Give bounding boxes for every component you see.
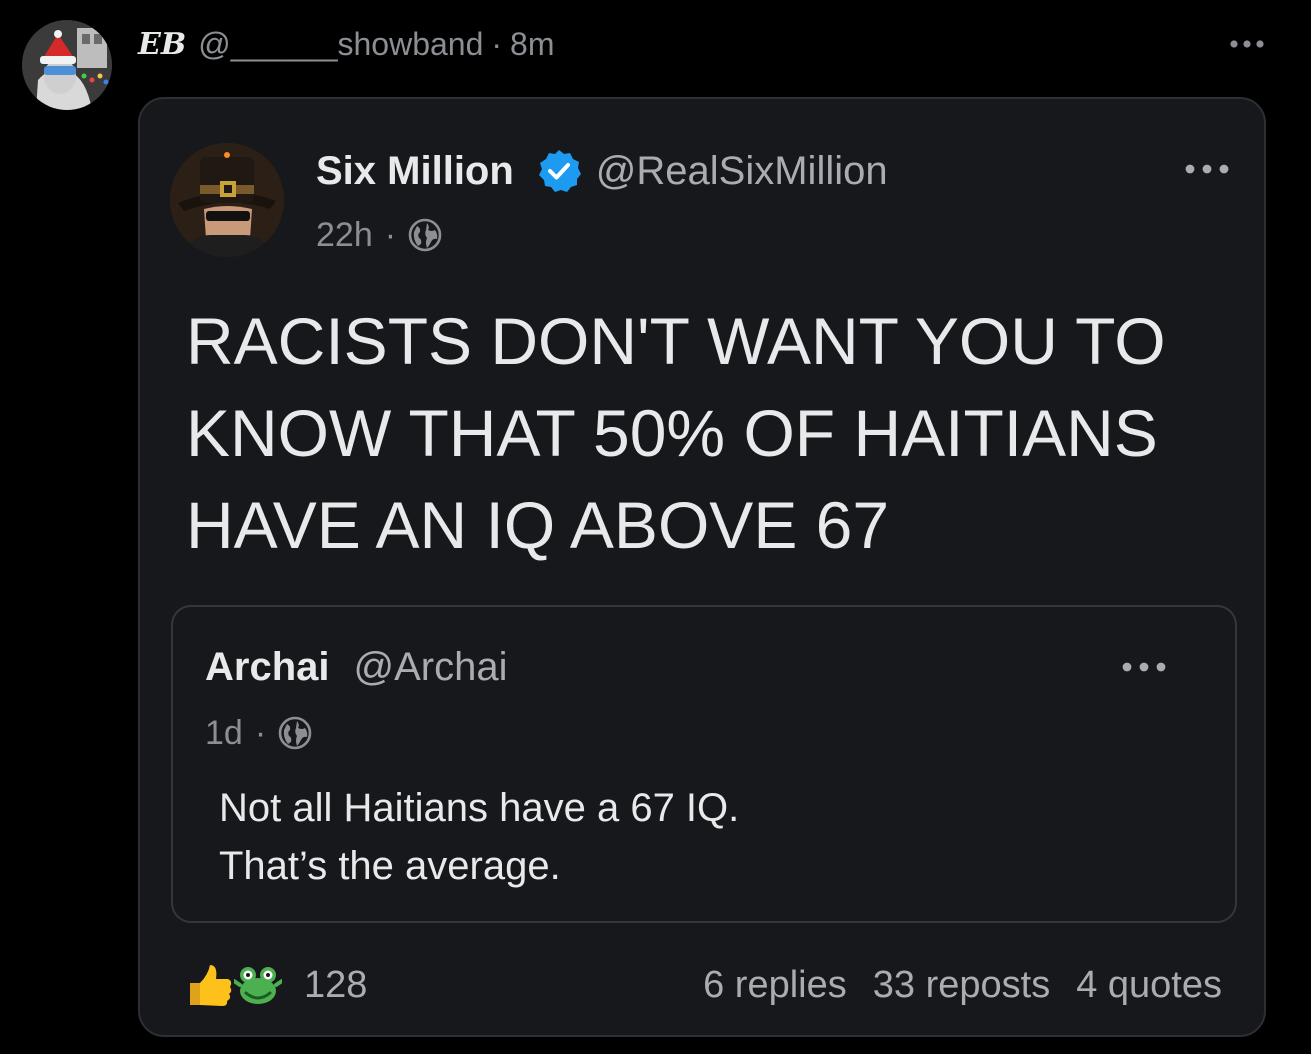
- nested-quote-meta: 1d ·: [205, 711, 312, 755]
- reactions-summary[interactable]: 128: [186, 961, 367, 1009]
- outer-author-handle[interactable]: @______showband: [198, 26, 483, 63]
- meta-separator: ·: [254, 713, 267, 752]
- nested-quote-time[interactable]: 1d: [205, 714, 243, 753]
- outer-more-options-icon[interactable]: [1228, 34, 1268, 54]
- replies-count-link[interactable]: 6 replies: [703, 964, 847, 1007]
- quoted-author-name[interactable]: Six Million: [316, 149, 514, 194]
- quoted-post-text: RACISTS DON'T WANT YOU TO KNOW THAT 50% …: [186, 304, 1166, 562]
- frog-emote-icon: [232, 961, 284, 1009]
- nested-author-handle[interactable]: @Archai: [354, 645, 508, 690]
- avatar-image: [170, 143, 284, 257]
- verified-badge-icon: [536, 148, 582, 194]
- meta-separator: ·: [384, 215, 397, 254]
- quoted-post-footer: 128 6 replies 33 reposts 4 quotes: [186, 957, 1222, 1013]
- thumbs-up-icon: [186, 961, 234, 1009]
- quotes-count-link[interactable]: 4 quotes: [1076, 964, 1222, 1007]
- outer-post-header: EB @______showband · 8m: [138, 22, 555, 66]
- quoted-more-options-icon[interactable]: [1184, 159, 1230, 179]
- outer-separator: ·: [491, 25, 503, 62]
- outer-author-name[interactable]: EB: [138, 27, 186, 62]
- quoted-post-header: Six Million @RealSixMillion: [316, 145, 888, 197]
- quoted-post-card[interactable]: Six Million @RealSixMillion 22h · RACIST…: [138, 97, 1266, 1037]
- avatar-image: [22, 20, 112, 110]
- globe-icon: [408, 218, 442, 252]
- nested-author-name[interactable]: Archai: [205, 645, 330, 690]
- reposts-count-link[interactable]: 33 reposts: [873, 964, 1050, 1007]
- outer-author-avatar[interactable]: [22, 20, 112, 110]
- reaction-count: 128: [304, 963, 368, 1006]
- post-stats: 6 replies 33 reposts 4 quotes: [677, 964, 1222, 1007]
- outer-post-time[interactable]: 8m: [510, 26, 554, 63]
- quoted-author-handle[interactable]: @RealSixMillion: [596, 149, 888, 194]
- quoted-author-avatar[interactable]: [170, 143, 284, 257]
- globe-icon: [278, 716, 312, 750]
- quoted-post-meta: 22h ·: [316, 213, 442, 257]
- nested-quote-text: Not all Haitians have a 67 IQ. That’s th…: [219, 786, 740, 888]
- nested-quote-header: Archai @Archai: [205, 643, 507, 691]
- nested-more-options-icon[interactable]: [1121, 657, 1167, 677]
- nested-quote-card[interactable]: Archai @Archai 1d · Not all Haitians hav…: [171, 605, 1237, 923]
- quoted-post-time[interactable]: 22h: [316, 216, 373, 255]
